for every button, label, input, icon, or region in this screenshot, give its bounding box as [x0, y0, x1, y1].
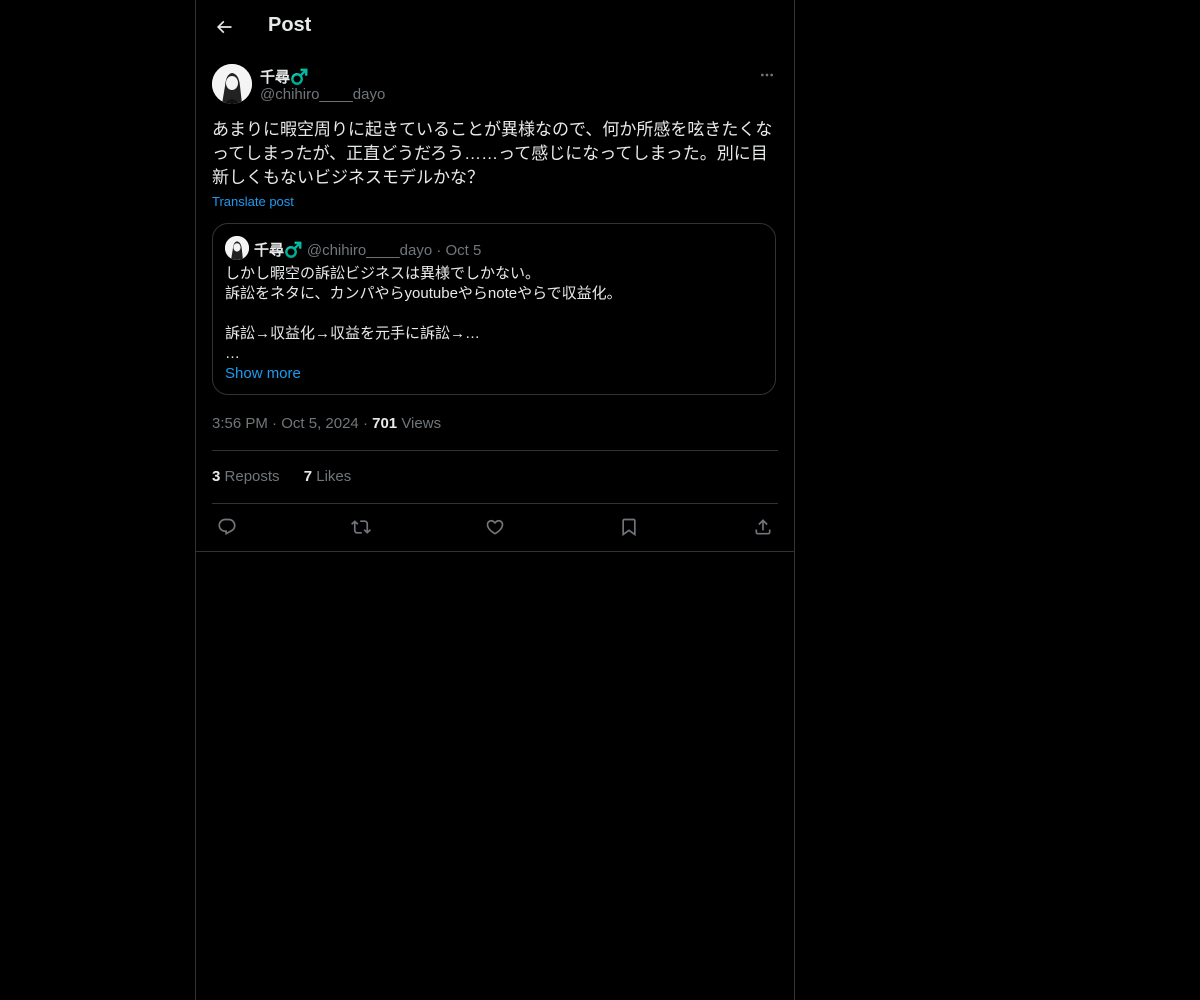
quote-text: しかし暇空の訴訟ビジネスは異様でしかない。 訴訟をネタに、カンパやらyoutub…	[225, 265, 622, 362]
like-button[interactable]	[480, 514, 510, 540]
post-date[interactable]: Oct 5, 2024	[281, 415, 359, 432]
author-handle[interactable]: @chihiro____dayo	[260, 86, 385, 103]
translate-post-link[interactable]: Translate post	[212, 194, 294, 209]
reply-icon	[218, 518, 236, 536]
reply-button[interactable]	[212, 514, 242, 540]
reposts-count: 3	[212, 468, 221, 485]
like-icon	[486, 519, 504, 535]
post-text: あまりに暇空周りに起きていることが異様なので、何か所感を呟きたくなってしまったが…	[212, 120, 773, 187]
action-bar	[212, 514, 778, 540]
likes-stat[interactable]: 7 Likes	[304, 468, 352, 485]
separator-dot: ·	[362, 415, 373, 432]
repost-button[interactable]	[346, 514, 376, 540]
bookmark-icon	[622, 518, 636, 537]
quoted-post[interactable]: 千尋♂️ @chihiro____dayo · Oct 5 しかし暇空の訴訟ビジ…	[212, 223, 776, 395]
more-icon	[761, 73, 773, 77]
separator-dot: ·	[272, 415, 282, 432]
main-column: Post 千尋♂️ @chihiro____dayo あまりに暇空周りに起きてい…	[195, 0, 795, 1000]
author-name[interactable]: 千尋♂️	[260, 66, 309, 87]
avatar-image	[212, 64, 252, 104]
show-more-link[interactable]: Show more	[225, 365, 301, 382]
divider	[212, 503, 778, 504]
quote-meta: 千尋♂️ @chihiro____dayo · Oct 5	[254, 239, 481, 260]
likes-count: 7	[303, 468, 313, 485]
reposts-label: Reposts	[224, 468, 280, 485]
quote-date: Oct 5	[445, 242, 482, 259]
engagement-stats: 3 Reposts 7 Likes	[212, 468, 371, 485]
more-button[interactable]	[756, 66, 778, 84]
views-count: 701	[372, 415, 398, 432]
share-icon	[755, 519, 771, 535]
repost-icon	[351, 520, 371, 534]
separator-dot: ·	[436, 242, 446, 259]
avatar[interactable]	[212, 64, 252, 104]
bookmark-button[interactable]	[614, 514, 644, 540]
quote-author-handle: @chihiro____dayo	[306, 242, 433, 259]
reposts-stat[interactable]: 3 Reposts	[212, 468, 280, 485]
post-timestamp: 3:56 PM · Oct 5, 2024 · 701 Views	[212, 415, 441, 432]
quote-avatar	[225, 236, 249, 260]
post-time[interactable]: 3:56 PM	[212, 415, 268, 432]
views-label: Views	[401, 415, 442, 432]
back-arrow-icon	[216, 20, 232, 34]
page-title: Post	[268, 14, 312, 36]
likes-label: Likes	[316, 468, 352, 485]
header: Post	[196, 0, 794, 53]
post-bottom-border	[196, 551, 794, 552]
divider	[212, 450, 778, 451]
share-button[interactable]	[748, 514, 778, 540]
back-button[interactable]	[210, 13, 238, 41]
quote-author-name: 千尋♂️	[254, 242, 303, 259]
